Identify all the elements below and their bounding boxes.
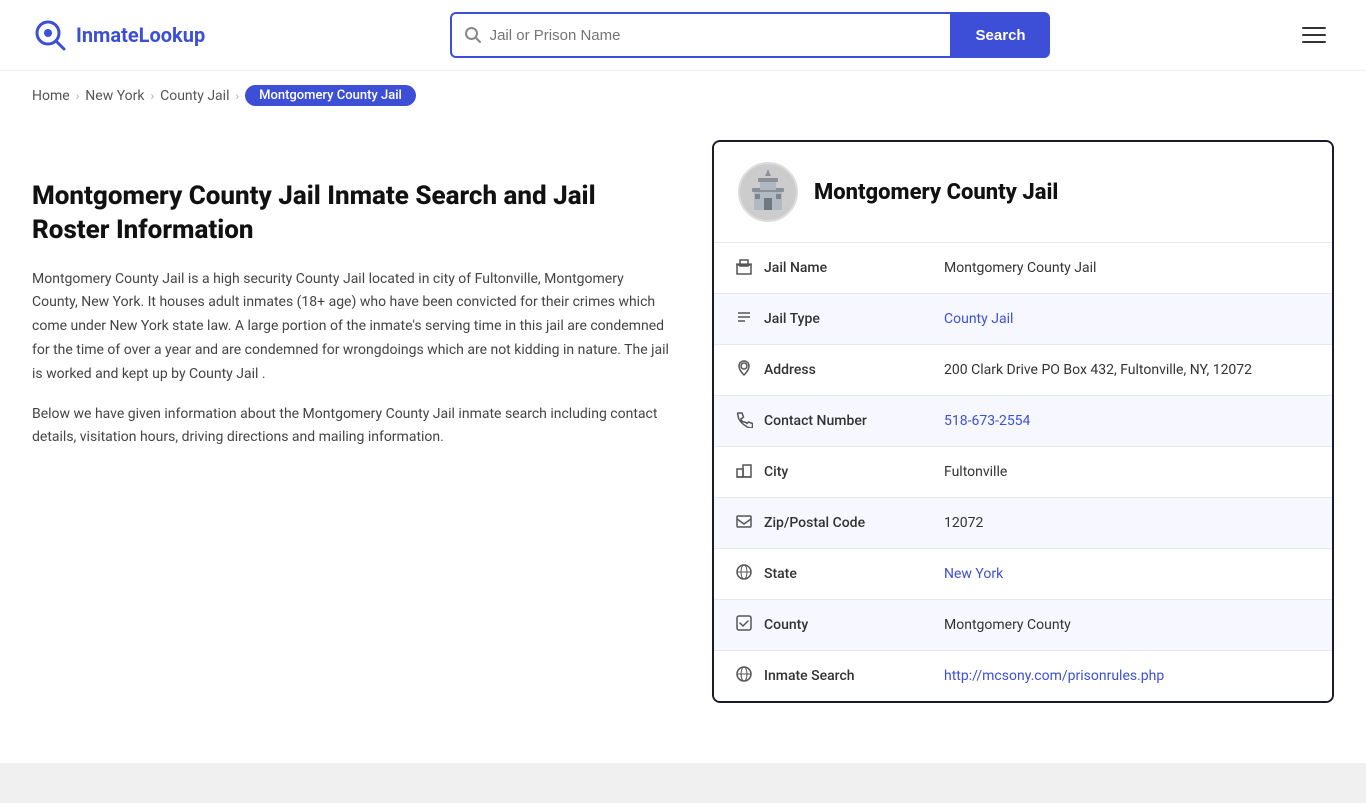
row-label-4: City bbox=[734, 461, 904, 483]
table-row: Inmate Search http://mcsony.com/prisonru… bbox=[714, 651, 1332, 702]
city-icon bbox=[734, 461, 754, 483]
description-paragraph-1: Montgomery County Jail is a high securit… bbox=[32, 268, 672, 387]
breadcrumb-sep-3: › bbox=[235, 89, 239, 103]
row-link-8[interactable]: http://mcsony.com/prisonrules.php bbox=[944, 668, 1164, 684]
search-area: Search bbox=[450, 12, 1050, 58]
card-header: Montgomery County Jail bbox=[714, 142, 1332, 242]
inmate-icon bbox=[734, 665, 754, 687]
table-row: County Montgomery County bbox=[714, 600, 1332, 651]
breadcrumb: Home › New York › County Jail › Montgome… bbox=[0, 71, 1366, 120]
table-row: City Fultonville bbox=[714, 447, 1332, 498]
info-table: Jail Name Montgomery County Jail Jail Ty… bbox=[714, 242, 1332, 701]
search-input[interactable] bbox=[490, 27, 938, 44]
table-row: Zip/Postal Code 12072 bbox=[714, 498, 1332, 549]
row-label-5: Zip/Postal Code bbox=[734, 512, 904, 534]
header: InmateLookup Search bbox=[0, 0, 1366, 71]
row-value-8[interactable]: http://mcsony.com/prisonrules.php bbox=[924, 651, 1332, 702]
breadcrumb-state[interactable]: New York bbox=[85, 88, 144, 104]
row-link-1[interactable]: County Jail bbox=[944, 311, 1013, 327]
row-value-1[interactable]: County Jail bbox=[924, 294, 1332, 345]
breadcrumb-home[interactable]: Home bbox=[32, 88, 70, 104]
row-value-7: Montgomery County bbox=[924, 600, 1332, 651]
row-value-3[interactable]: 518-673-2554 bbox=[924, 396, 1332, 447]
breadcrumb-current: Montgomery County Jail bbox=[245, 85, 416, 106]
footer-bar bbox=[0, 763, 1366, 803]
logo-text: InmateLookup bbox=[76, 23, 205, 47]
county-icon bbox=[734, 614, 754, 636]
breadcrumb-sep-1: › bbox=[76, 89, 80, 103]
row-label-8: Inmate Search bbox=[734, 665, 904, 687]
hamburger-menu[interactable] bbox=[1294, 19, 1334, 51]
row-value-2: 200 Clark Drive PO Box 432, Fultonville,… bbox=[924, 345, 1332, 396]
state-icon bbox=[734, 563, 754, 585]
jail-thumbnail bbox=[738, 162, 798, 222]
row-value-0: Montgomery County Jail bbox=[924, 243, 1332, 294]
row-value-5: 12072 bbox=[924, 498, 1332, 549]
main-content: Montgomery County Jail Inmate Search and… bbox=[0, 120, 1366, 743]
row-label-7: County bbox=[734, 614, 904, 636]
breadcrumb-sep-2: › bbox=[151, 89, 155, 103]
left-column: Montgomery County Jail Inmate Search and… bbox=[32, 140, 672, 703]
description-paragraph-2: Below we have given information about th… bbox=[32, 403, 672, 451]
logo-link[interactable]: InmateLookup bbox=[32, 17, 205, 53]
page-title: Montgomery County Jail Inmate Search and… bbox=[32, 180, 672, 248]
phone-icon bbox=[734, 410, 754, 432]
table-row: Contact Number 518-673-2554 bbox=[714, 396, 1332, 447]
right-column: Montgomery County Jail Jail Name Montgom… bbox=[712, 140, 1334, 703]
row-label-0: Jail Name bbox=[734, 257, 904, 279]
row-label-3: Contact Number bbox=[734, 410, 904, 432]
building-icon bbox=[746, 170, 790, 214]
row-label-2: Address bbox=[734, 359, 904, 381]
card-title: Montgomery County Jail bbox=[814, 180, 1058, 205]
type-icon bbox=[734, 308, 754, 330]
row-value-6[interactable]: New York bbox=[924, 549, 1332, 600]
zip-icon bbox=[734, 512, 754, 534]
logo-icon bbox=[32, 17, 68, 53]
jail-icon bbox=[734, 257, 754, 279]
row-label-1: Jail Type bbox=[734, 308, 904, 330]
breadcrumb-category[interactable]: County Jail bbox=[160, 88, 229, 104]
row-link-6[interactable]: New York bbox=[944, 566, 1003, 582]
search-button[interactable]: Search bbox=[952, 12, 1050, 58]
table-row: Jail Type County Jail bbox=[714, 294, 1332, 345]
search-icon bbox=[464, 26, 482, 44]
row-link-3[interactable]: 518-673-2554 bbox=[944, 413, 1030, 429]
search-wrapper bbox=[450, 12, 952, 58]
address-icon bbox=[734, 359, 754, 381]
row-label-6: State bbox=[734, 563, 904, 585]
table-row: State New York bbox=[714, 549, 1332, 600]
table-row: Jail Name Montgomery County Jail bbox=[714, 243, 1332, 294]
row-value-4: Fultonville bbox=[924, 447, 1332, 498]
info-card: Montgomery County Jail Jail Name Montgom… bbox=[712, 140, 1334, 703]
table-row: Address 200 Clark Drive PO Box 432, Fult… bbox=[714, 345, 1332, 396]
